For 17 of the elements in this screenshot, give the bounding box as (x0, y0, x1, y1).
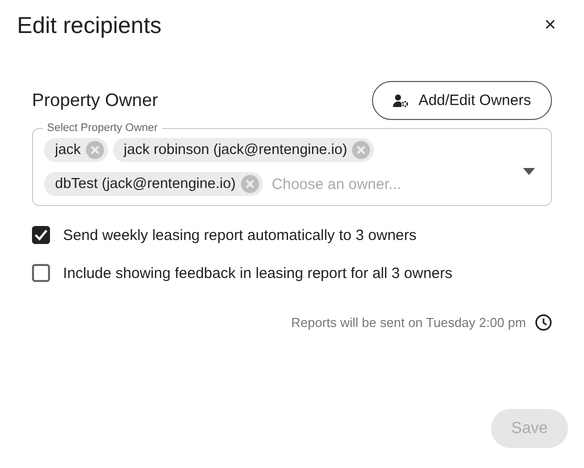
checkbox-label: Include showing feedback in leasing report for all 3 owners (63, 264, 452, 282)
checkbox[interactable] (32, 226, 50, 244)
owner-select-field[interactable]: Select Property Owner jack jack robinson (jack@rentengine.io) dbTest (jack@rentengine.io) Choose an owner... (32, 122, 552, 206)
caret-icon[interactable] (523, 168, 535, 175)
clock-icon (535, 314, 552, 331)
dialog-title: Edit recipients (17, 12, 162, 39)
chip-label: dbTest (jack@rentengine.io) (55, 176, 236, 192)
close-button[interactable]: × (540, 14, 560, 37)
checkbox-label: Send weekly leasing report automatically to 3 owners (63, 226, 417, 244)
checkbox[interactable] (32, 264, 50, 282)
chip-label: jack robinson (jack@rentengine.io) (124, 142, 348, 158)
field-label: Select Property Owner (46, 122, 159, 134)
chip-label: jack (55, 142, 81, 158)
schedule-text: Reports will be sent on Tuesday 2:00 pm (291, 315, 526, 330)
section-heading: Property Owner (32, 90, 158, 111)
user-settings-icon (393, 94, 410, 108)
add-edit-owners-button[interactable]: Add/Edit Owners (372, 81, 552, 120)
